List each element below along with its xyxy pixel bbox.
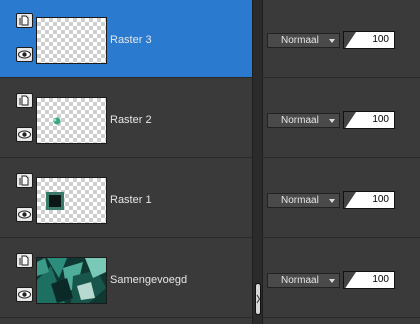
- blend-mode-dropdown[interactable]: Normaal: [267, 33, 340, 48]
- opacity-value: 100: [372, 274, 389, 285]
- chevron-down-icon: [329, 119, 335, 123]
- layers-panel: Raster 3 Raster 2 Raster 1 Samengevoegd: [0, 0, 252, 324]
- opacity-value: 100: [372, 194, 389, 205]
- opacity-field[interactable]: 100: [343, 271, 395, 289]
- layer-row[interactable]: Samengevoegd: [0, 240, 252, 318]
- opacity-value: 100: [372, 114, 389, 125]
- splitter-handle[interactable]: [255, 283, 261, 315]
- opacity-field[interactable]: 100: [343, 191, 395, 209]
- opacity-slider-notch: [344, 32, 356, 48]
- chevron-down-icon: [329, 279, 335, 283]
- opacity-field[interactable]: 100: [343, 111, 395, 129]
- blend-mode-value: Normaal: [281, 35, 319, 46]
- properties-row: Normaal 100: [263, 0, 420, 78]
- layer-name: Raster 3: [110, 34, 152, 46]
- link-icon[interactable]: [16, 173, 33, 188]
- opacity-slider-notch: [344, 272, 356, 288]
- layer-properties-panel: Normaal 100 Normaal 100 Normaal 100 Norm…: [263, 0, 420, 324]
- eye-icon[interactable]: [16, 47, 33, 62]
- blend-mode-value: Normaal: [281, 275, 319, 286]
- link-icon[interactable]: [16, 13, 33, 28]
- properties-row: Normaal 100: [263, 160, 420, 238]
- blend-mode-dropdown[interactable]: Normaal: [267, 193, 340, 208]
- opacity-field[interactable]: 100: [343, 31, 395, 49]
- layer-name: Raster 1: [110, 194, 152, 206]
- opacity-slider-notch: [344, 192, 356, 208]
- blend-mode-dropdown[interactable]: Normaal: [267, 273, 340, 288]
- blend-mode-dropdown[interactable]: Normaal: [267, 113, 340, 128]
- opacity-slider-notch: [344, 112, 356, 128]
- link-icon[interactable]: [16, 253, 33, 268]
- blend-mode-value: Normaal: [281, 115, 319, 126]
- layer-row[interactable]: Raster 3: [0, 0, 252, 78]
- layer-thumbnail: [36, 257, 107, 304]
- layer-row[interactable]: Raster 2: [0, 80, 252, 158]
- opacity-value: 100: [372, 34, 389, 45]
- properties-row: Normaal 100: [263, 80, 420, 158]
- blend-mode-value: Normaal: [281, 195, 319, 206]
- chevron-right-icon: [256, 294, 261, 304]
- link-icon[interactable]: [16, 93, 33, 108]
- layer-name: Samengevoegd: [110, 274, 188, 286]
- chevron-down-icon: [329, 199, 335, 203]
- layer-row[interactable]: Raster 1: [0, 160, 252, 238]
- eye-icon[interactable]: [16, 207, 33, 222]
- eye-icon[interactable]: [16, 127, 33, 142]
- chevron-down-icon: [329, 39, 335, 43]
- eye-icon[interactable]: [16, 287, 33, 302]
- layer-thumbnail: [36, 177, 107, 224]
- layer-thumbnail: [36, 97, 107, 144]
- properties-row: Normaal 100: [263, 240, 420, 318]
- panel-splitter[interactable]: [252, 0, 263, 324]
- layer-thumbnail: [36, 17, 107, 64]
- layer-name: Raster 2: [110, 114, 152, 126]
